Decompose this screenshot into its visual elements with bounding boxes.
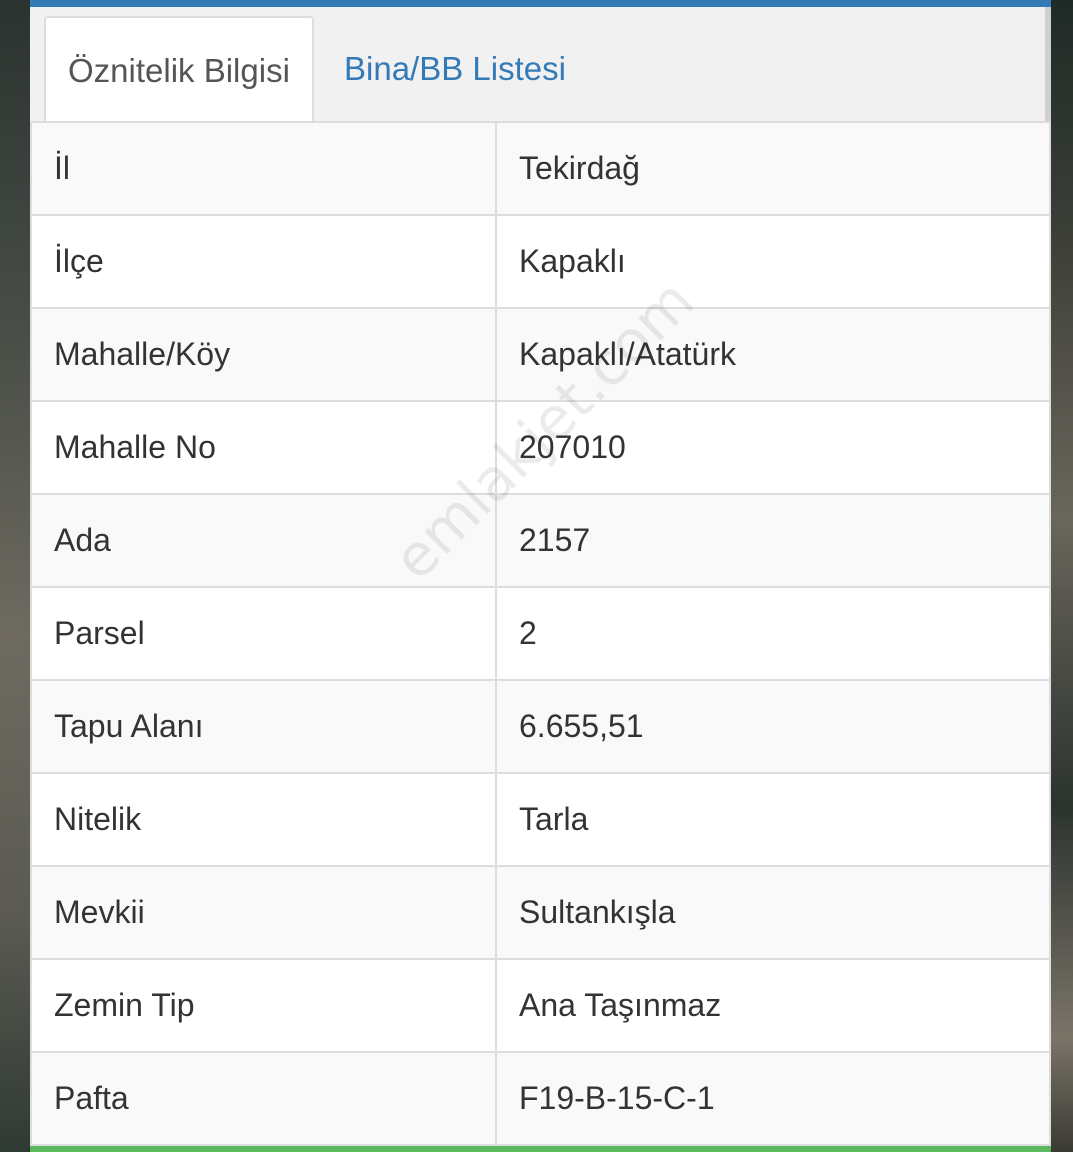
- background-map-left: [0, 0, 32, 1152]
- row-key: Pafta: [30, 1051, 497, 1146]
- tab-building-list[interactable]: Bina/BB Listesi: [322, 16, 588, 122]
- table-row: İlçe Kapaklı: [30, 214, 1051, 309]
- row-key: Nitelik: [30, 772, 497, 867]
- row-value: Kapaklı: [495, 214, 1051, 309]
- panel-top-bar: [30, 0, 1051, 7]
- row-value: Ana Taşınmaz: [495, 958, 1051, 1053]
- row-value: Sultankışla: [495, 865, 1051, 960]
- row-value: 2157: [495, 493, 1051, 588]
- table-row: Ada 2157: [30, 493, 1051, 588]
- row-key: İlçe: [30, 214, 497, 309]
- background-map-right: [1049, 0, 1073, 1152]
- table-row: İl Tekirdağ: [30, 121, 1051, 216]
- attribute-panel: Öznitelik Bilgisi Bina/BB Listesi İl Tek…: [30, 0, 1051, 1152]
- row-value: 6.655,51: [495, 679, 1051, 774]
- row-key: Ada: [30, 493, 497, 588]
- table-row: Mahalle/Köy Kapaklı/Atatürk: [30, 307, 1051, 402]
- tab-strip: Öznitelik Bilgisi Bina/BB Listesi: [30, 7, 1051, 124]
- row-value: 207010: [495, 400, 1051, 495]
- attribute-table: İl Tekirdağ İlçe Kapaklı Mahalle/Köy Kap…: [30, 121, 1051, 1146]
- row-key: Mevkii: [30, 865, 497, 960]
- row-key: İl: [30, 121, 497, 216]
- row-value: F19-B-15-C-1: [495, 1051, 1051, 1146]
- row-key: Zemin Tip: [30, 958, 497, 1053]
- row-key: Mahalle/Köy: [30, 307, 497, 402]
- table-row: Zemin Tip Ana Taşınmaz: [30, 958, 1051, 1053]
- table-row: Parsel 2: [30, 586, 1051, 681]
- tab-attribute-info-label: Öznitelik Bilgisi: [68, 52, 290, 89]
- row-value: Tekirdağ: [495, 121, 1051, 216]
- panel-bottom-bar: [30, 1146, 1051, 1152]
- tab-attribute-info[interactable]: Öznitelik Bilgisi: [44, 16, 314, 124]
- table-row: Mahalle No 207010: [30, 400, 1051, 495]
- table-row: Pafta F19-B-15-C-1: [30, 1051, 1051, 1146]
- table-row: Tapu Alanı 6.655,51: [30, 679, 1051, 774]
- row-value: Kapaklı/Atatürk: [495, 307, 1051, 402]
- row-key: Parsel: [30, 586, 497, 681]
- row-value: Tarla: [495, 772, 1051, 867]
- table-row: Nitelik Tarla: [30, 772, 1051, 867]
- tab-building-list-label: Bina/BB Listesi: [344, 50, 566, 87]
- row-key: Mahalle No: [30, 400, 497, 495]
- row-key: Tapu Alanı: [30, 679, 497, 774]
- table-row: Mevkii Sultankışla: [30, 865, 1051, 960]
- scrollbar[interactable]: [1045, 7, 1051, 121]
- row-value: 2: [495, 586, 1051, 681]
